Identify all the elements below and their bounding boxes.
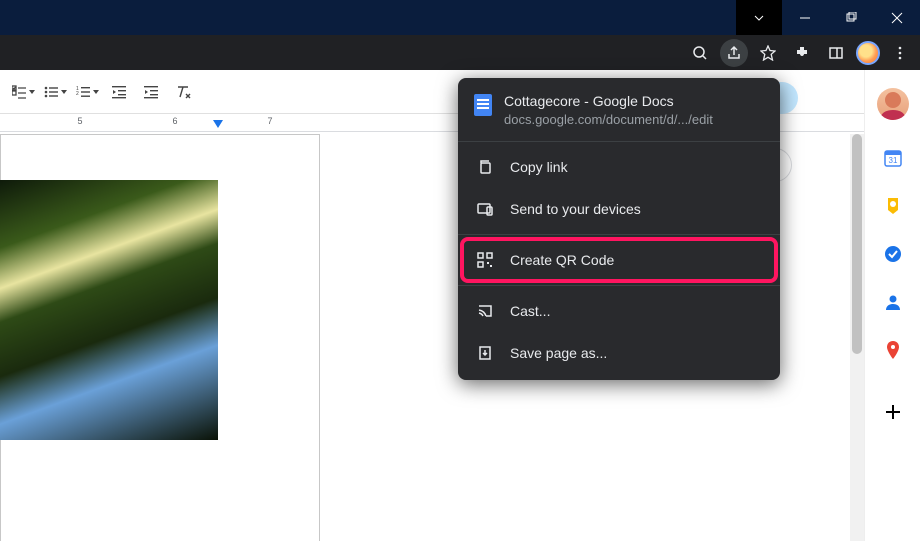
maps-icon[interactable] <box>883 340 903 360</box>
account-avatar[interactable] <box>877 88 909 120</box>
scrollbar-thumb[interactable] <box>852 134 862 354</box>
menu-item-label: Copy link <box>510 159 568 175</box>
keep-icon[interactable] <box>883 196 903 216</box>
browser-menu-icon[interactable] <box>886 39 914 67</box>
window-minimize-button[interactable] <box>782 0 828 35</box>
ruler-number: 7 <box>267 116 272 126</box>
window-dropdown-button[interactable] <box>736 0 782 35</box>
calendar-icon[interactable]: 31 <box>883 148 903 168</box>
share-page-icon[interactable] <box>720 39 748 67</box>
numbered-list-button[interactable]: 12 <box>72 78 102 106</box>
window-close-button[interactable] <box>874 0 920 35</box>
add-addon-icon[interactable] <box>883 402 903 422</box>
download-icon <box>476 344 494 362</box>
google-docs-icon <box>474 94 492 116</box>
share-menu-header: Cottagecore - Google Docs docs.google.co… <box>458 78 780 137</box>
share-menu-subtitle: docs.google.com/document/d/.../edit <box>504 112 713 127</box>
search-icon[interactable] <box>686 39 714 67</box>
os-titlebar <box>0 0 920 35</box>
menu-item-label: Cast... <box>510 303 550 319</box>
menu-item-label: Send to your devices <box>510 201 641 217</box>
cast-icon <box>476 302 494 320</box>
increase-indent-button[interactable] <box>136 78 166 106</box>
menu-item-cast[interactable]: Cast... <box>458 290 780 332</box>
document-image[interactable] <box>0 180 218 440</box>
checklist-button[interactable] <box>8 78 38 106</box>
ruler-number: 5 <box>77 116 82 126</box>
window-maximize-button[interactable] <box>828 0 874 35</box>
share-menu-popup: Cottagecore - Google Docs docs.google.co… <box>458 78 780 380</box>
menu-item-copy-link[interactable]: Copy link <box>458 146 780 188</box>
menu-item-label: Save page as... <box>510 345 607 361</box>
menu-item-save-page-as[interactable]: Save page as... <box>458 332 780 374</box>
menu-item-send-to-devices[interactable]: Send to your devices <box>458 188 780 230</box>
tasks-icon[interactable] <box>883 244 903 264</box>
svg-text:2: 2 <box>76 91 79 97</box>
browser-profile-avatar[interactable] <box>856 41 880 65</box>
devices-icon <box>476 200 494 218</box>
menu-item-label: Create QR Code <box>510 252 614 268</box>
bookmark-star-icon[interactable] <box>754 39 782 67</box>
contacts-icon[interactable] <box>883 292 903 312</box>
vertical-scrollbar[interactable] <box>850 134 864 541</box>
sidepanel-icon[interactable] <box>822 39 850 67</box>
browser-chrome <box>0 35 920 70</box>
qr-code-icon <box>476 251 494 269</box>
clear-formatting-button[interactable] <box>168 78 198 106</box>
share-menu-title: Cottagecore - Google Docs <box>504 92 713 112</box>
extensions-icon[interactable] <box>788 39 816 67</box>
ruler-indent-marker[interactable] <box>213 120 223 128</box>
ruler-number: 6 <box>172 116 177 126</box>
bulleted-list-button[interactable] <box>40 78 70 106</box>
copy-icon <box>476 158 494 176</box>
decrease-indent-button[interactable] <box>104 78 134 106</box>
svg-text:31: 31 <box>888 156 897 165</box>
menu-item-create-qr-code[interactable]: Create QR Code <box>462 239 776 281</box>
side-panel-rail: 31 <box>864 70 920 541</box>
